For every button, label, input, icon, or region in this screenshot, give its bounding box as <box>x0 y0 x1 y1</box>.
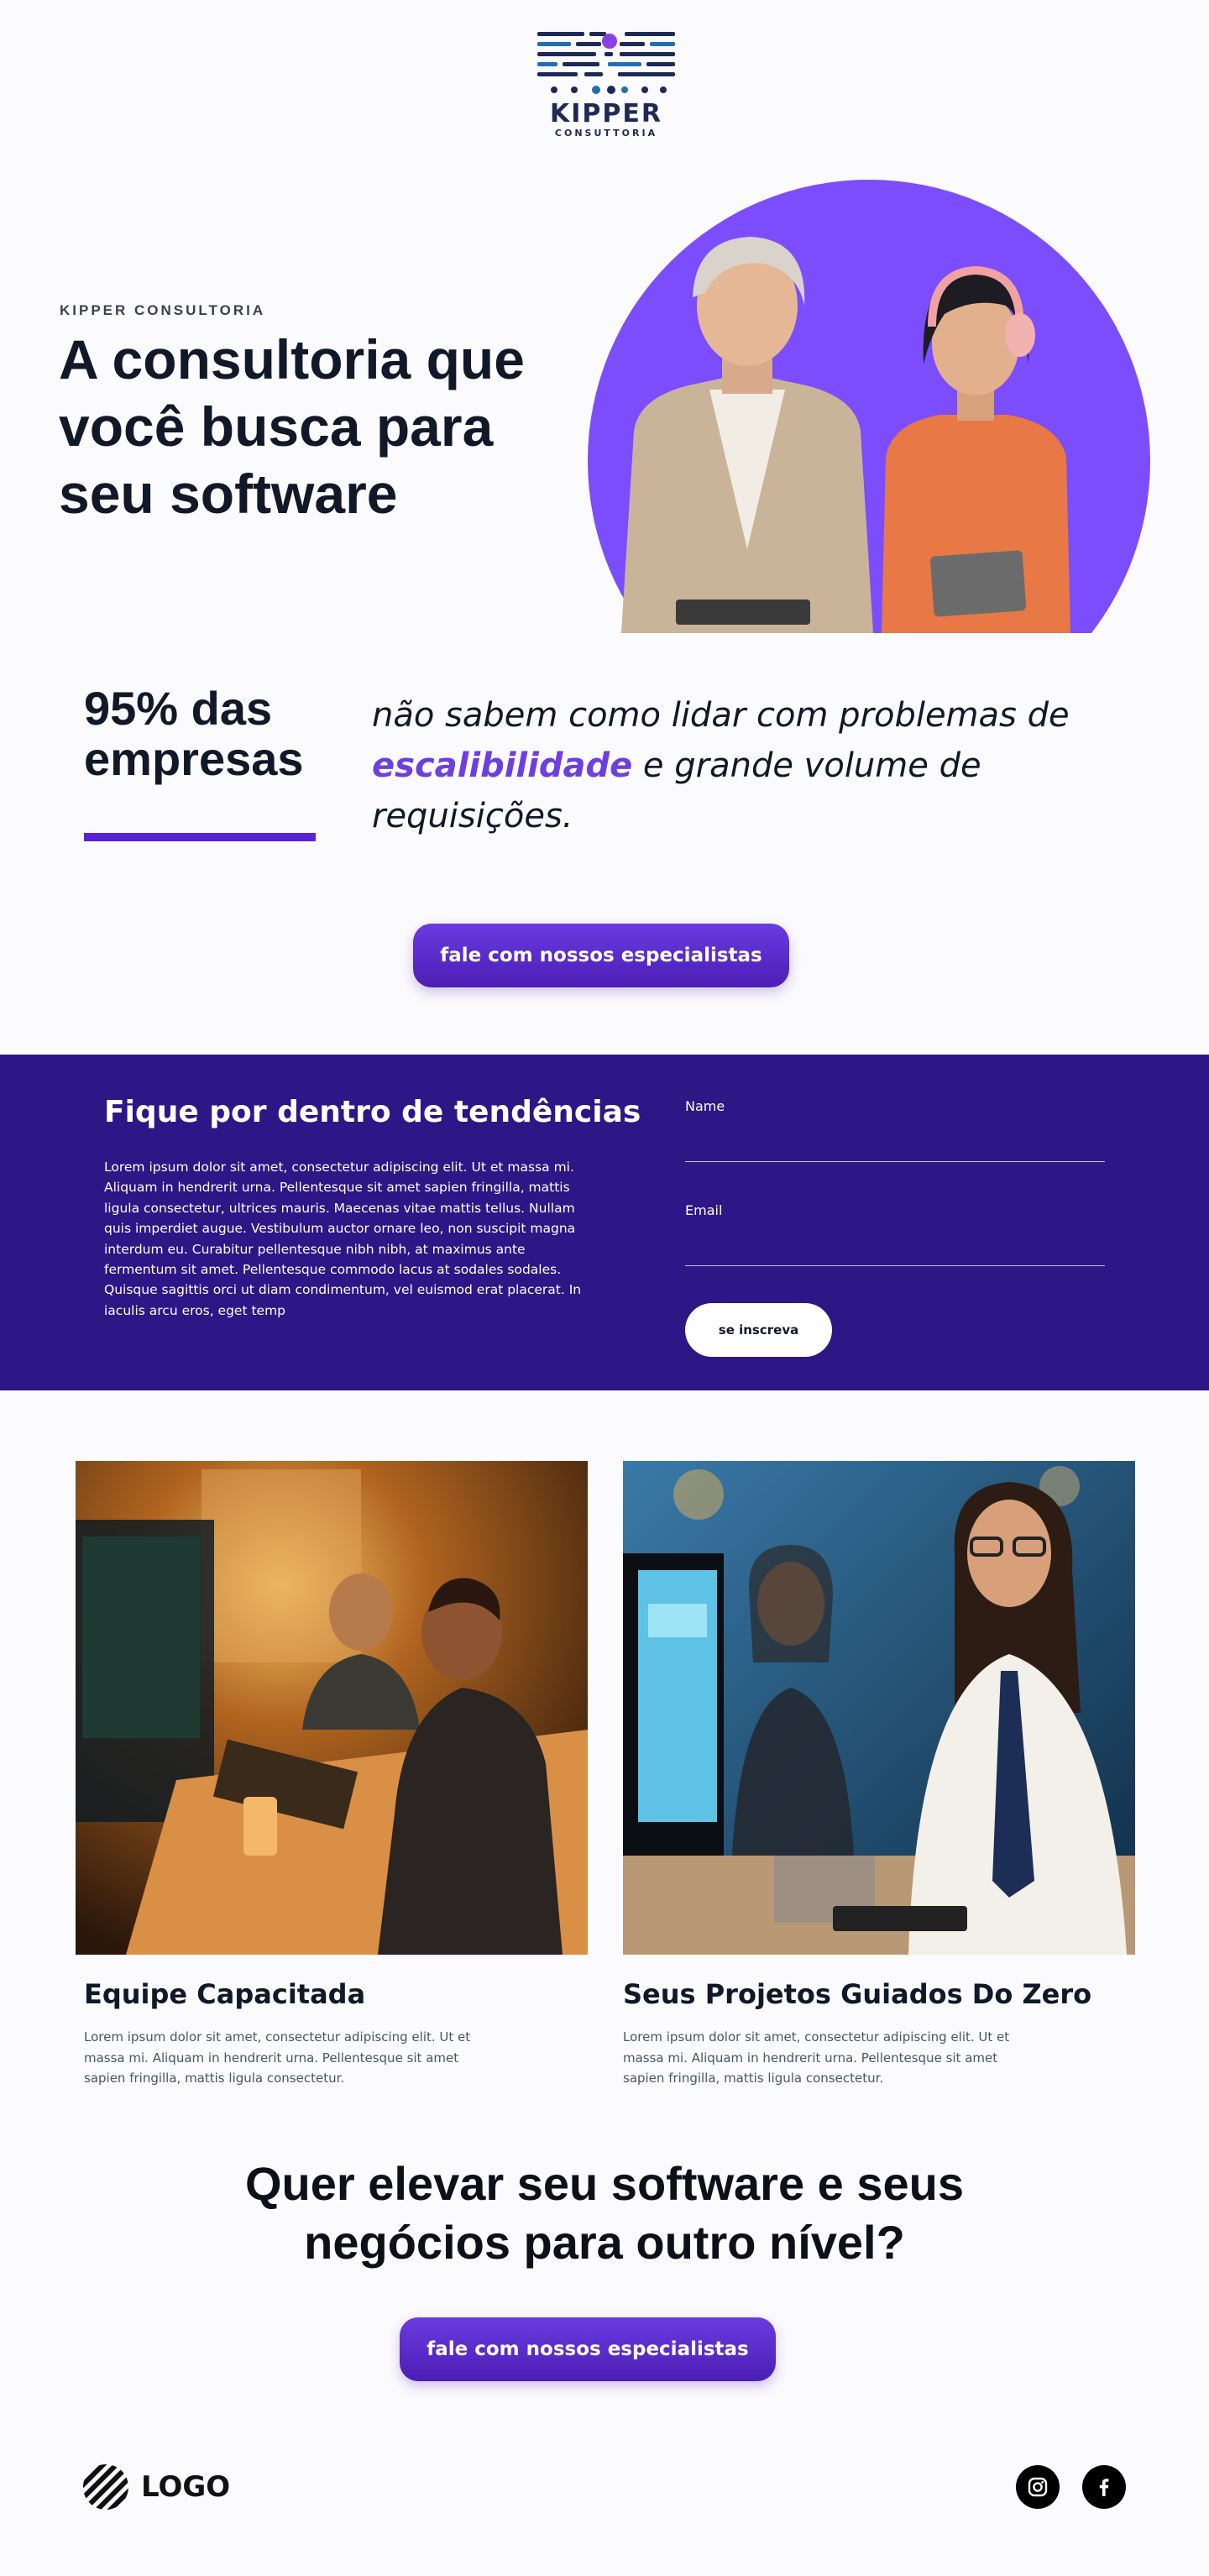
hero-illustration <box>588 180 1150 633</box>
card-text-team: Lorem ipsum dolor sit amet, consectetur … <box>84 2029 471 2086</box>
subscribe-button[interactable]: se inscreva <box>685 1303 832 1357</box>
newsletter-body: Lorem ipsum dolor sit amet, consectetur … <box>104 1160 582 1318</box>
brand-name: KIPPER <box>550 99 662 128</box>
card-text-projects: Lorem ipsum dolor sit amet, consectetur … <box>623 2029 1010 2086</box>
hero-title: A consultoria que você busca para seu so… <box>59 328 525 525</box>
brand-subtitle: CONSUTTORIA <box>554 128 658 139</box>
email-field[interactable] <box>685 1229 1105 1266</box>
stats-text-before: não sabem como lidar com problemas de <box>372 696 1070 735</box>
card-title-projects: Seus Projetos Guiados Do Zero <box>623 1978 1092 2010</box>
facebook-icon[interactable] <box>1082 2465 1126 2509</box>
circuit-logo-icon <box>537 32 675 94</box>
email-label: Email <box>685 1202 723 1218</box>
footer-logo-text: LOGO <box>141 2470 231 2504</box>
cta-contact-button[interactable]: fale com nossos especialistas <box>413 924 789 987</box>
instagram-icon[interactable] <box>1016 2465 1060 2509</box>
stats-highlight: escalibilidade <box>372 746 633 785</box>
striped-logo-icon <box>83 2464 128 2510</box>
hero-eyebrow: KIPPER CONSULTORIA <box>60 302 266 318</box>
name-field[interactable] <box>685 1125 1105 1162</box>
bottom-title: Quer elevar seu software e seus negócios… <box>245 2157 964 2269</box>
landing-page: KIPPER CONSUTTORIA KIPPER CONSULTORIA A … <box>0 0 1209 2576</box>
newsletter-section: Fique por dentro de tendências Lorem ips… <box>0 1055 1209 1390</box>
cta-contact-button-bottom[interactable]: fale com nossos especialistas <box>400 2317 776 2381</box>
card-title-team: Equipe Capacitada <box>84 1978 366 2010</box>
stats-underline <box>84 833 316 841</box>
stats-headline: 95% das empresas <box>84 682 304 785</box>
team-photo <box>76 1461 588 1955</box>
newsletter-title: Fique por dentro de tendências <box>104 1095 641 1129</box>
footer-logo[interactable]: LOGO <box>82 2463 230 2511</box>
projects-photo <box>623 1461 1135 1955</box>
brand-logo[interactable]: KIPPER CONSUTTORIA <box>537 29 675 151</box>
stats-description: não sabem como lidar com problemas de es… <box>372 690 1128 841</box>
name-label: Name <box>685 1098 725 1114</box>
